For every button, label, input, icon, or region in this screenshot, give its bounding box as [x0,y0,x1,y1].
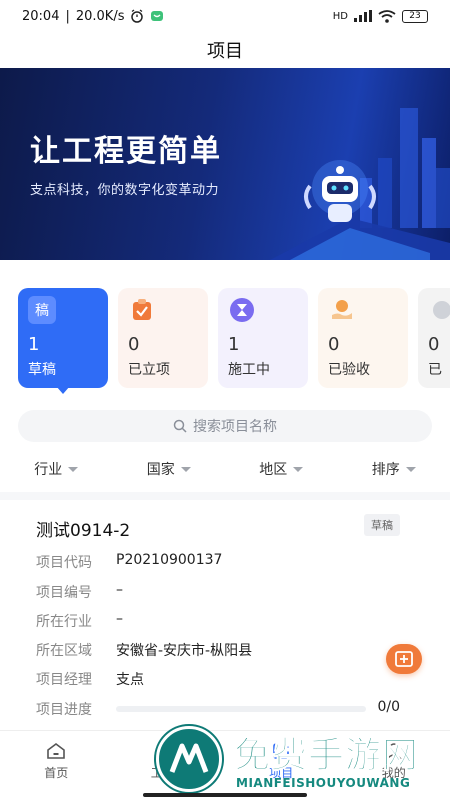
field-value: – [116,582,123,598]
promo-banner[interactable]: 让工程更简单 支点科技，你的数字化变革动力 [0,68,450,260]
caret-down-icon [180,466,191,472]
project-field-row: 项目经理 支点 [36,669,416,689]
caret-down-icon [405,466,416,472]
project-name: 测试0914-2 [36,521,131,541]
clipboard-check-icon [128,296,156,324]
field-value: P20210900137 [116,552,223,568]
site-watermark: 免费手游网 MIANFEISHOUYOUWANG [150,722,450,800]
app-notification-icon [151,11,164,21]
progress-bar [116,706,366,712]
home-indicator [143,793,307,797]
filter-label: 行业 [34,462,63,478]
section-divider [0,492,450,500]
project-field-row: 项目编号 – [36,582,416,602]
status-more-icon [428,296,450,324]
status-label: 已验收 [328,362,370,378]
wifi-icon [378,9,396,23]
status-card-more[interactable]: 0 已 [418,288,450,388]
banner-subtitle: 支点科技，你的数字化变革动力 [30,183,220,198]
status-count: 1 [228,334,240,355]
robot-illustration-icon [270,108,450,260]
status-cards: 稿 1 草稿 0 已立项 1 施工中 0 已验收 0 已 [18,288,450,388]
field-key: 项目代码 [36,555,92,571]
home-icon [47,743,66,759]
add-icon [395,651,413,667]
filter-industry[interactable]: 行业 [34,458,79,480]
status-time: 20:04 [22,8,60,24]
field-value: 安徽省-安庆市-枞阳县 [116,643,253,659]
battery-icon: 23 [402,9,428,23]
filter-sort[interactable]: 排序 [372,458,416,480]
status-card-accepted[interactable]: 0 已验收 [318,288,408,388]
progress-value: 0/0 [377,699,400,715]
alarm-icon [131,9,144,23]
status-label: 已 [428,362,442,378]
hourglass-icon [228,296,256,324]
network-type: HD [332,10,348,22]
filter-label: 国家 [146,462,175,478]
status-card-approved[interactable]: 0 已立项 [118,288,208,388]
tab-home[interactable]: 首页 [0,731,113,800]
banner-title: 让工程更简单 [30,134,222,169]
field-key: 所在行业 [36,614,92,630]
search-input[interactable]: 搜索项目名称 [18,410,432,442]
status-separator: | [65,8,70,24]
status-count: 0 [328,334,340,355]
status-bar: 20:04 | 20.0K/s HD 23 [0,0,450,32]
project-field-row: 项目代码 P20210900137 [36,552,416,572]
project-field-row: 所在行业 – [36,611,416,631]
status-label: 草稿 [28,362,56,378]
status-count: 1 [28,334,40,355]
status-card-in-progress[interactable]: 1 施工中 [218,288,308,388]
status-card-draft[interactable]: 稿 1 草稿 [18,288,108,388]
draft-icon: 稿 [28,296,56,324]
watermark-title: 免费手游网 [233,735,420,777]
watermark-subtitle: MIANFEISHOUYOUWANG [236,776,411,790]
status-count: 0 [428,334,440,355]
caret-down-icon [293,466,304,472]
filter-region[interactable]: 地区 [259,458,304,480]
tab-label: 首页 [44,766,69,780]
project-field-row: 所在区域 安徽省-安庆市-枞阳县 [36,640,416,660]
status-label: 已立项 [128,362,170,378]
hand-coin-icon [328,296,356,324]
field-key: 所在区域 [36,643,92,659]
status-left: 20:04 | 20.0K/s [22,9,164,24]
signal-icon [354,10,372,22]
field-key: 项目编号 [36,585,92,601]
add-project-button[interactable] [386,644,422,674]
filter-label: 地区 [259,462,288,478]
field-key: 项目经理 [36,672,92,688]
search-icon [173,419,187,433]
field-key: 项目进度 [36,702,92,718]
active-card-pointer [56,386,70,394]
field-value: 支点 [116,672,144,688]
filter-country[interactable]: 国家 [147,458,191,480]
filter-bar: 行业 国家 地区 排序 [0,458,450,480]
field-value: – [116,611,123,627]
status-speed: 20.0K/s [75,8,125,24]
project-card[interactable]: 测试0914-2 草稿 项目代码 P20210900137 项目编号 – 所在行业 –… [18,500,432,730]
search-placeholder: 搜索项目名称 [193,419,277,435]
filter-label: 排序 [371,462,400,478]
status-right: HD 23 [332,9,428,23]
status-badge: 草稿 [364,514,400,536]
status-count: 0 [128,334,140,355]
status-label: 施工中 [228,362,270,378]
watermark-logo-icon [156,726,222,792]
caret-down-icon [68,466,79,472]
page-title: 项目 [207,41,243,62]
